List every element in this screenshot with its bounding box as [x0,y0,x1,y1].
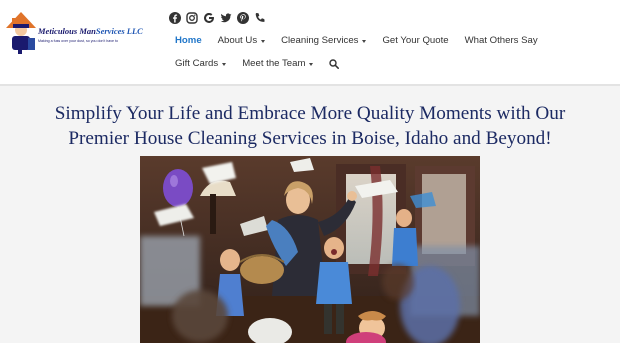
logo-name: Meticulous ManServices LLC [38,26,143,36]
chevron-down-icon [222,63,227,66]
nav-item-home[interactable]: Home [167,30,210,52]
search-button[interactable] [325,53,343,75]
instagram-icon[interactable] [185,11,199,25]
chevron-down-icon [309,63,314,66]
nav-item-about-us[interactable]: About Us [210,30,273,52]
social-links [168,11,267,27]
nav-item-cleaning-services[interactable]: Cleaning Services [273,30,374,52]
phone-icon[interactable] [253,11,267,25]
site-header: Meticulous ManServices LLC Making a fuss… [0,0,620,84]
hero-headline-line-1: Simplify Your Life and Embrace More Qual… [54,103,566,124]
hero-headline-line-2: Premier House Cleaning Services in Boise… [68,128,552,149]
search-icon [329,59,340,69]
chaotic-family-photo [140,156,480,343]
site-logo[interactable]: Meticulous ManServices LLC Making a fuss… [4,6,146,56]
nav-row-primary: Home About Us Cleaning Services Get Your… [167,30,546,52]
nav-item-get-your-quote[interactable]: Get Your Quote [374,30,456,52]
nav-row-secondary: Gift Cards Meet the Team [167,53,343,75]
chevron-down-icon [362,40,367,43]
nav-item-meet-the-team[interactable]: Meet the Team [234,53,321,75]
header-divider [0,84,620,86]
nav-item-gift-cards[interactable]: Gift Cards [167,53,234,75]
facebook-icon[interactable] [168,11,182,25]
logo-mascot-icon [6,12,36,54]
pinterest-icon[interactable] [236,11,250,25]
hero-headline: Simplify Your Life and Embrace More Qual… [0,101,620,151]
logo-tagline: Making a fuss over your dust, so you don… [38,39,118,43]
hero-image [140,156,480,343]
nav-item-what-others-say[interactable]: What Others Say [457,30,546,52]
twitter-icon[interactable] [219,11,233,25]
google-icon[interactable] [202,11,216,25]
chevron-down-icon [261,40,266,43]
